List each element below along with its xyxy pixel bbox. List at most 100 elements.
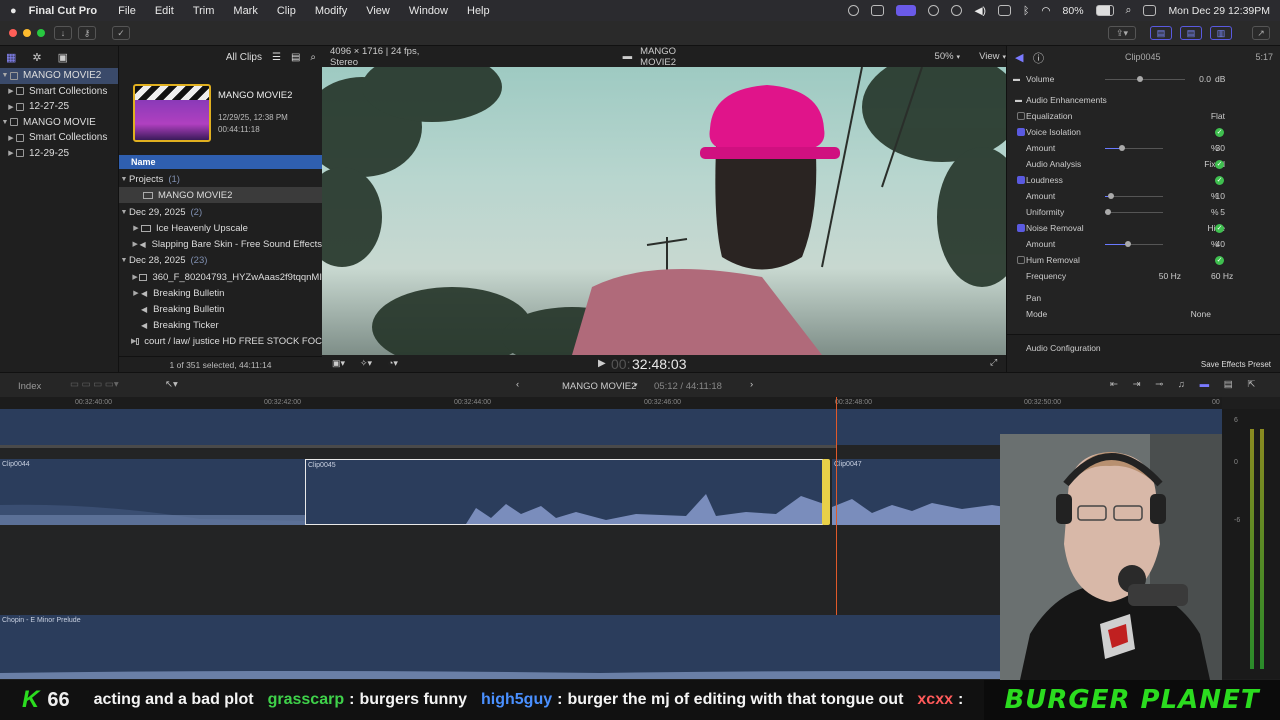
clip[interactable]: Clip0044 (0, 459, 305, 525)
photos-icon[interactable]: ✲ (32, 51, 41, 64)
trim-handle[interactable] (822, 459, 830, 525)
clip-filter-dropdown[interactable]: All Clips (226, 52, 262, 63)
inspector-unit[interactable]: 60 Hz (1211, 271, 1233, 281)
pan-mode-dropdown[interactable]: None (1191, 309, 1211, 319)
back-icon[interactable]: ‹ (516, 379, 519, 390)
bluetooth-icon[interactable]: ᛒ (1023, 5, 1029, 17)
battery-text[interactable]: 80% (1063, 5, 1084, 17)
video-frame[interactable] (322, 67, 1006, 355)
enhancement-checkbox[interactable] (1017, 128, 1025, 136)
wifi-icon[interactable]: ◠ (1041, 5, 1050, 17)
menu-help[interactable]: Help (467, 5, 490, 17)
view-dropdown[interactable]: View (979, 51, 999, 62)
audio-configuration-label[interactable]: Audio Configuration (1026, 343, 1101, 353)
project-thumbnail[interactable] (133, 84, 211, 142)
library-item[interactable]: ▼ MANGO MOVIE (0, 115, 118, 131)
pan-header[interactable]: Pan (1007, 290, 1269, 306)
index-button[interactable]: Index (18, 381, 41, 392)
library-item[interactable]: ▶ Smart Collections (0, 84, 118, 100)
library-toggle-button[interactable]: ▤ (1150, 26, 1172, 40)
inspector-value[interactable]: Flat (1211, 111, 1225, 121)
titles-icon[interactable]: ▣ (58, 51, 68, 64)
timeline-ruler[interactable]: 00:32:40:00 00:32:42:00 00:32:44:00 00:3… (0, 397, 1222, 409)
group-dec-29[interactable]: ▼ Dec 29, 2025 (2) (119, 204, 322, 220)
menu-clip[interactable]: Clip (277, 5, 296, 17)
import-button[interactable]: ↓ (54, 26, 72, 40)
list-item[interactable]: ▶ ◀ Slapping Bare Skin - Free Sound Effect… (119, 236, 322, 252)
library-item[interactable]: ▶ 12-29-25 (0, 146, 118, 162)
amount-slider[interactable] (1105, 192, 1163, 199)
fullscreen-viewer-icon[interactable]: ⤢ (990, 357, 997, 368)
play-icon[interactable] (951, 5, 963, 16)
fullscreen-button[interactable]: ↗ (1252, 26, 1270, 40)
group-dec-28[interactable]: ▼ Dec 28, 2025 (23) (119, 252, 322, 268)
menu-edit[interactable]: Edit (155, 5, 174, 17)
amount-slider[interactable] (1105, 144, 1163, 151)
forward-icon[interactable]: › (750, 379, 753, 390)
play-button[interactable]: ▶ (598, 358, 606, 369)
share-button[interactable]: ⇪▾ (1108, 26, 1136, 40)
display-icon[interactable] (998, 5, 1012, 16)
menu-file[interactable]: File (118, 5, 136, 17)
enhancement-checkbox[interactable] (1017, 224, 1025, 232)
audio-enhancements-header[interactable]: ▬ Audio Enhancements (1007, 92, 1269, 108)
menu-modify[interactable]: Modify (315, 5, 347, 17)
playhead-timecode[interactable]: 32:48:03 (632, 356, 687, 372)
clock[interactable]: Mon Dec 29 12:39PM (1168, 5, 1270, 17)
library-item[interactable]: ▶ 12-27-25 (0, 99, 118, 115)
list-item[interactable]: MANGO MOVIE2 (119, 187, 322, 203)
inspector-value[interactable]: 50 Hz (1159, 271, 1181, 281)
volume-value[interactable]: 0.0 (1199, 74, 1211, 84)
amount-slider[interactable] (1105, 240, 1163, 247)
list-item[interactable]: ◀ Breaking Ticker (119, 317, 322, 333)
close-button[interactable] (9, 29, 17, 37)
zoom-dropdown[interactable]: 50% (935, 51, 954, 62)
timeline-tools[interactable]: ⇤ ⇥ ⊸ ♫ ▬ ▤ ⇱ (1110, 379, 1261, 390)
enhancement-checkbox[interactable] (1017, 176, 1025, 184)
library-item[interactable]: ▼ MANGO MOVIE2 (0, 68, 118, 84)
control-center-icon[interactable] (1143, 5, 1157, 16)
list-item[interactable]: ◀ Breaking Bulletin (119, 301, 322, 317)
transform-icon[interactable]: ▣▾ (332, 358, 345, 369)
screen-icon[interactable] (871, 5, 885, 16)
speed-icon[interactable]: ◔▾ (388, 358, 398, 369)
filmstrip-view-icon[interactable]: ☰ (272, 52, 281, 63)
list-item[interactable]: ▶ 360_F_80204793_HYZwAaas2f9tqqnMI (119, 269, 322, 285)
list-item[interactable]: ▶ Ice Heavenly Upscale (119, 220, 322, 236)
menu-trim[interactable]: Trim (193, 5, 215, 17)
enhance-icon[interactable]: ✧▾ (360, 358, 372, 369)
list-item[interactable]: ▶ ◀ Breaking Bulletin (119, 285, 322, 301)
globe-icon[interactable] (928, 5, 940, 16)
volume-slider[interactable] (1105, 75, 1185, 82)
timeline-toggle-button[interactable]: ▤ (1180, 26, 1202, 40)
app-menu[interactable]: Final Cut Pro (29, 5, 97, 17)
apple-icon[interactable]: ● (10, 5, 17, 17)
name-column-header[interactable]: Name (119, 155, 322, 169)
record-icon[interactable] (848, 5, 860, 16)
timeline-project-name[interactable]: MANGO MOVIE2 (562, 381, 636, 392)
keyword-button[interactable]: ⚷ (78, 26, 96, 40)
volume-icon[interactable]: ◀) (974, 5, 986, 17)
selected-clip[interactable]: Clip0045 (305, 459, 823, 525)
battery-icon[interactable] (1095, 5, 1114, 16)
menu-mark[interactable]: Mark (233, 5, 257, 17)
enhancement-checkbox[interactable] (1017, 112, 1025, 120)
enhancement-checkbox[interactable] (1017, 256, 1025, 264)
background-tasks-button[interactable]: ✓ (112, 26, 130, 40)
library-item[interactable]: ▶ Smart Collections (0, 130, 118, 146)
libraries-icon[interactable]: ▦ (6, 51, 16, 64)
inspector-value[interactable]: 5 (1220, 207, 1225, 217)
list-item[interactable]: ▶ court / law/ justice HD FREE STOCK FOC (119, 333, 322, 349)
group-projects[interactable]: ▼ Projects (1) (119, 171, 322, 187)
select-tool-icon[interactable]: ↖▾ (165, 379, 178, 390)
search-icon[interactable]: ⌕ (1126, 4, 1132, 17)
stage-manager-icon[interactable] (896, 5, 917, 16)
menu-view[interactable]: View (366, 5, 390, 17)
zoom-button[interactable] (37, 29, 45, 37)
save-effects-preset-button[interactable]: Save Effects Preset (1201, 360, 1271, 369)
info-tab-icon[interactable]: ⓘ (1033, 50, 1044, 66)
audio-tab-icon[interactable]: ◀ (1015, 51, 1023, 64)
minimize-button[interactable] (23, 29, 31, 37)
edit-buttons[interactable]: ▭ ▭ ▭ ▭▾ (70, 379, 119, 390)
inspector-toggle-button[interactable]: ▥ (1210, 26, 1232, 40)
